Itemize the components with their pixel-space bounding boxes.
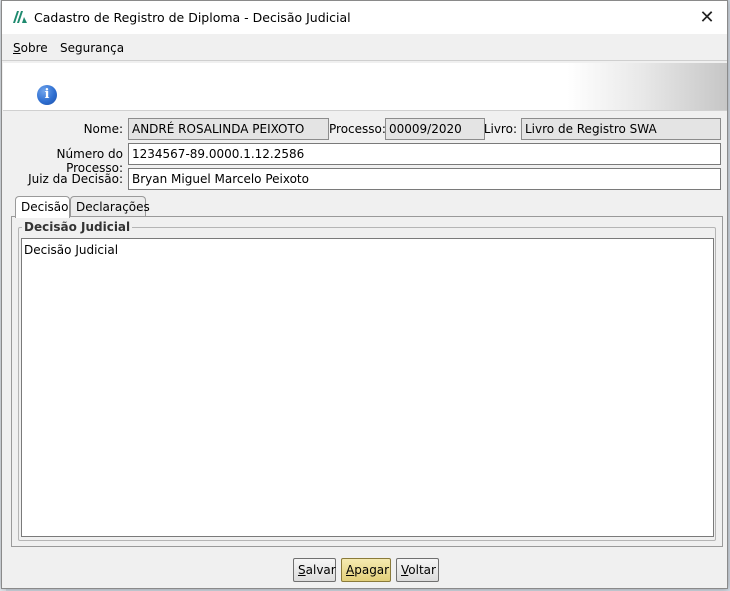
decisao-textarea[interactable]: Decisão Judicial [21,238,714,537]
decisao-judicial-group: Decisão Judicial Decisão Judicial [18,220,716,541]
menu-bar: Sobre Segurança [2,34,727,61]
processo-label: Processo: [329,122,386,136]
apagar-button[interactable]: Apagar [341,558,391,582]
livro-field[interactable]: Livro de Registro SWA [521,118,721,140]
numero-processo-input[interactable]: 1234567-89.0000.1.12.2586 [128,143,721,165]
voltar-button[interactable]: Voltar [396,558,439,582]
menu-item-sobre[interactable]: Sobre [13,41,48,55]
juiz-decisao-input[interactable]: Bryan Miguel Marcelo Peixoto [128,168,721,190]
app-logo-icon [13,11,27,23]
close-button[interactable]: ✕ [687,1,727,34]
window-title: Cadastro de Registro de Diploma - Decisã… [34,10,351,25]
salvar-button[interactable]: Salvar [293,558,336,582]
juiz-decisao-label: Juiz da Decisão: [28,172,123,186]
title-bar: Cadastro de Registro de Diploma - Decisã… [2,1,727,34]
info-icon: i [37,85,57,105]
nome-field[interactable]: ANDRÉ ROSALINDA PEIXOTO [128,118,329,140]
nome-label: Nome: [83,122,123,136]
processo-field[interactable]: 00009/2020 [385,118,485,140]
tab-panel-decisao: Decisão Judicial Decisão Judicial [11,216,723,547]
menu-item-seguranca[interactable]: Segurança [60,41,124,55]
livro-label: Livro: [483,122,517,136]
group-title: Decisão Judicial [22,220,133,234]
header-banner: i [3,63,727,111]
dialog-window: Cadastro de Registro de Diploma - Decisã… [1,0,728,589]
numero-processo-label: Número do Processo: [56,147,123,175]
close-icon: ✕ [699,7,715,28]
tab-declaracoes[interactable]: Declarações [70,196,150,217]
tab-decisao[interactable]: Decisão [15,196,70,218]
